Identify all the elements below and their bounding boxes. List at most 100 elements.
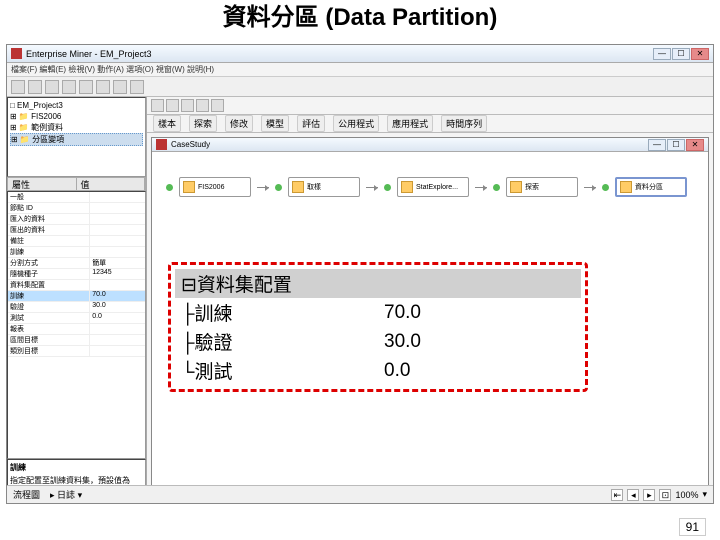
palette-button[interactable]	[211, 99, 224, 112]
status-label[interactable]: 流程圖	[13, 488, 40, 501]
property-row[interactable]: 訓練	[8, 247, 145, 258]
flow-arrow	[257, 187, 269, 188]
property-row[interactable]: 一般	[8, 192, 145, 203]
property-row[interactable]: 訓練70.0	[8, 291, 145, 302]
toolbar-button[interactable]	[62, 80, 76, 94]
property-row[interactable]: 區間目標	[8, 335, 145, 346]
close-button[interactable]: ✕	[686, 139, 704, 151]
tree-root[interactable]: □ EM_Project3	[10, 100, 143, 111]
props-col-name: 屬性	[8, 178, 77, 190]
property-row[interactable]: 測試0.0	[8, 313, 145, 324]
main-toolbar[interactable]	[7, 77, 713, 97]
props-col-value: 值	[77, 178, 146, 190]
callout-header: ⊟資料集配置	[175, 269, 581, 298]
property-row[interactable]: 備註	[8, 236, 145, 247]
tab[interactable]: 應用程式	[387, 115, 433, 132]
callout-key: ├訓練	[175, 298, 378, 327]
diagram-icon	[156, 139, 167, 150]
connector-dot-icon	[166, 184, 173, 191]
toolbar-button[interactable]	[28, 80, 42, 94]
nav-first-icon[interactable]: ⇤	[611, 489, 623, 501]
toolbar-button[interactable]	[113, 80, 127, 94]
property-row[interactable]: 分割方式簡單	[8, 258, 145, 269]
toolbar-button[interactable]	[96, 80, 110, 94]
tab[interactable]: 評估	[297, 115, 325, 132]
tab[interactable]: 探索	[189, 115, 217, 132]
status-label[interactable]: ▸ 日誌 ▾	[50, 488, 82, 501]
nav-prev-icon[interactable]: ◂	[627, 489, 639, 501]
callout-key: └測試	[175, 356, 378, 385]
maximize-button[interactable]: ☐	[667, 139, 685, 151]
toolbar-button[interactable]	[130, 80, 144, 94]
palette-toolbar[interactable]	[147, 97, 713, 115]
window-title: Enterprise Miner - EM_Project3	[26, 49, 152, 59]
node-icon	[510, 181, 522, 193]
property-row[interactable]: 驗證30.0	[8, 302, 145, 313]
tab[interactable]: 公用程式	[333, 115, 379, 132]
tab[interactable]: 時間序列	[441, 115, 487, 132]
process-flow[interactable]: FIS2006 取樣 StatExplore... 探索 資料分區	[166, 174, 694, 200]
toolbar-button[interactable]	[79, 80, 93, 94]
slide-title: 資料分區 (Data Partition)	[0, 0, 720, 37]
tab[interactable]: 模型	[261, 115, 289, 132]
nav-next-icon[interactable]: ▸	[643, 489, 655, 501]
titlebar[interactable]: Enterprise Miner - EM_Project3 — ☐ ✕	[7, 45, 713, 63]
dropdown-icon[interactable]: ▾	[702, 489, 707, 500]
callout-val: 30.0	[378, 327, 581, 356]
node-icon	[401, 181, 413, 193]
property-row[interactable]: 匯出的資料	[8, 225, 145, 236]
connector-dot-icon	[602, 184, 609, 191]
node-icon	[183, 181, 195, 193]
tool-tabs[interactable]: 樣本探索修改模型評估公用程式應用程式時間序列	[147, 115, 713, 133]
flow-node[interactable]: StatExplore...	[397, 177, 469, 197]
flow-arrow	[475, 187, 487, 188]
page-number: 91	[679, 518, 706, 536]
tree-item-selected[interactable]: ⊞ 📁 分區變項	[10, 133, 143, 146]
maximize-button[interactable]: ☐	[672, 48, 690, 60]
minimize-button[interactable]: —	[648, 139, 666, 151]
flow-node[interactable]: 資料分區	[615, 177, 687, 197]
diagram-canvas[interactable]: FIS2006 取樣 StatExplore... 探索 資料分區 ⊟資料集配置 ├訓練…	[152, 152, 708, 498]
node-icon	[620, 181, 632, 193]
tree-item[interactable]: ⊞ 📁 FIS2006	[10, 111, 143, 122]
property-grid[interactable]: 一般節點 ID匯入的資料匯出的資料備註訓練分割方式簡單隨機種子12345資料集配…	[7, 191, 146, 459]
tab[interactable]: 樣本	[153, 115, 181, 132]
desc-title: 訓練	[10, 462, 143, 473]
node-icon	[292, 181, 304, 193]
connector-dot-icon	[493, 184, 500, 191]
callout-val: 0.0	[378, 356, 581, 385]
zoom-control[interactable]: ⇤ ◂ ▸ ⊡ 100% ▾	[611, 489, 707, 501]
flow-node[interactable]: 探索	[506, 177, 578, 197]
palette-button[interactable]	[181, 99, 194, 112]
property-row[interactable]: 報表	[8, 324, 145, 335]
toolbar-button[interactable]	[11, 80, 25, 94]
props-header: 屬性 值	[7, 177, 146, 191]
property-row[interactable]: 類別目標	[8, 346, 145, 357]
tab[interactable]: 修改	[225, 115, 253, 132]
minimize-button[interactable]: —	[653, 48, 671, 60]
flow-arrow	[366, 187, 378, 188]
palette-button[interactable]	[166, 99, 179, 112]
flow-node[interactable]: FIS2006	[179, 177, 251, 197]
callout-key: ├驗證	[175, 327, 378, 356]
flow-arrow	[584, 187, 596, 188]
toolbar-button[interactable]	[45, 80, 59, 94]
menubar[interactable]: 檔案(F) 編輯(E) 檢視(V) 動作(A) 選項(O) 視窗(W) 說明(H…	[7, 63, 713, 77]
tree-item[interactable]: ⊞ 📁 範例資料	[10, 122, 143, 133]
property-row[interactable]: 資料集配置	[8, 280, 145, 291]
palette-button[interactable]	[196, 99, 209, 112]
property-row[interactable]: 節點 ID	[8, 203, 145, 214]
callout-val: 70.0	[378, 298, 581, 327]
zoom-fit-icon[interactable]: ⊡	[659, 489, 671, 501]
flow-node[interactable]: 取樣	[288, 177, 360, 197]
property-row[interactable]: 隨機種子12345	[8, 269, 145, 280]
connector-dot-icon	[275, 184, 282, 191]
diagram-title: CaseStudy	[171, 140, 210, 149]
status-bar: 流程圖 ▸ 日誌 ▾ ⇤ ◂ ▸ ⊡ 100% ▾	[7, 485, 713, 503]
palette-button[interactable]	[151, 99, 164, 112]
project-tree[interactable]: □ EM_Project3 ⊞ 📁 FIS2006 ⊞ 📁 範例資料 ⊞ 📁 分…	[7, 97, 146, 177]
close-button[interactable]: ✕	[691, 48, 709, 60]
connector-dot-icon	[384, 184, 391, 191]
diagram-window[interactable]: CaseStudy — ☐ ✕ FIS2006 取樣 StatExplore... 探…	[151, 137, 709, 499]
property-row[interactable]: 匯入的資料	[8, 214, 145, 225]
